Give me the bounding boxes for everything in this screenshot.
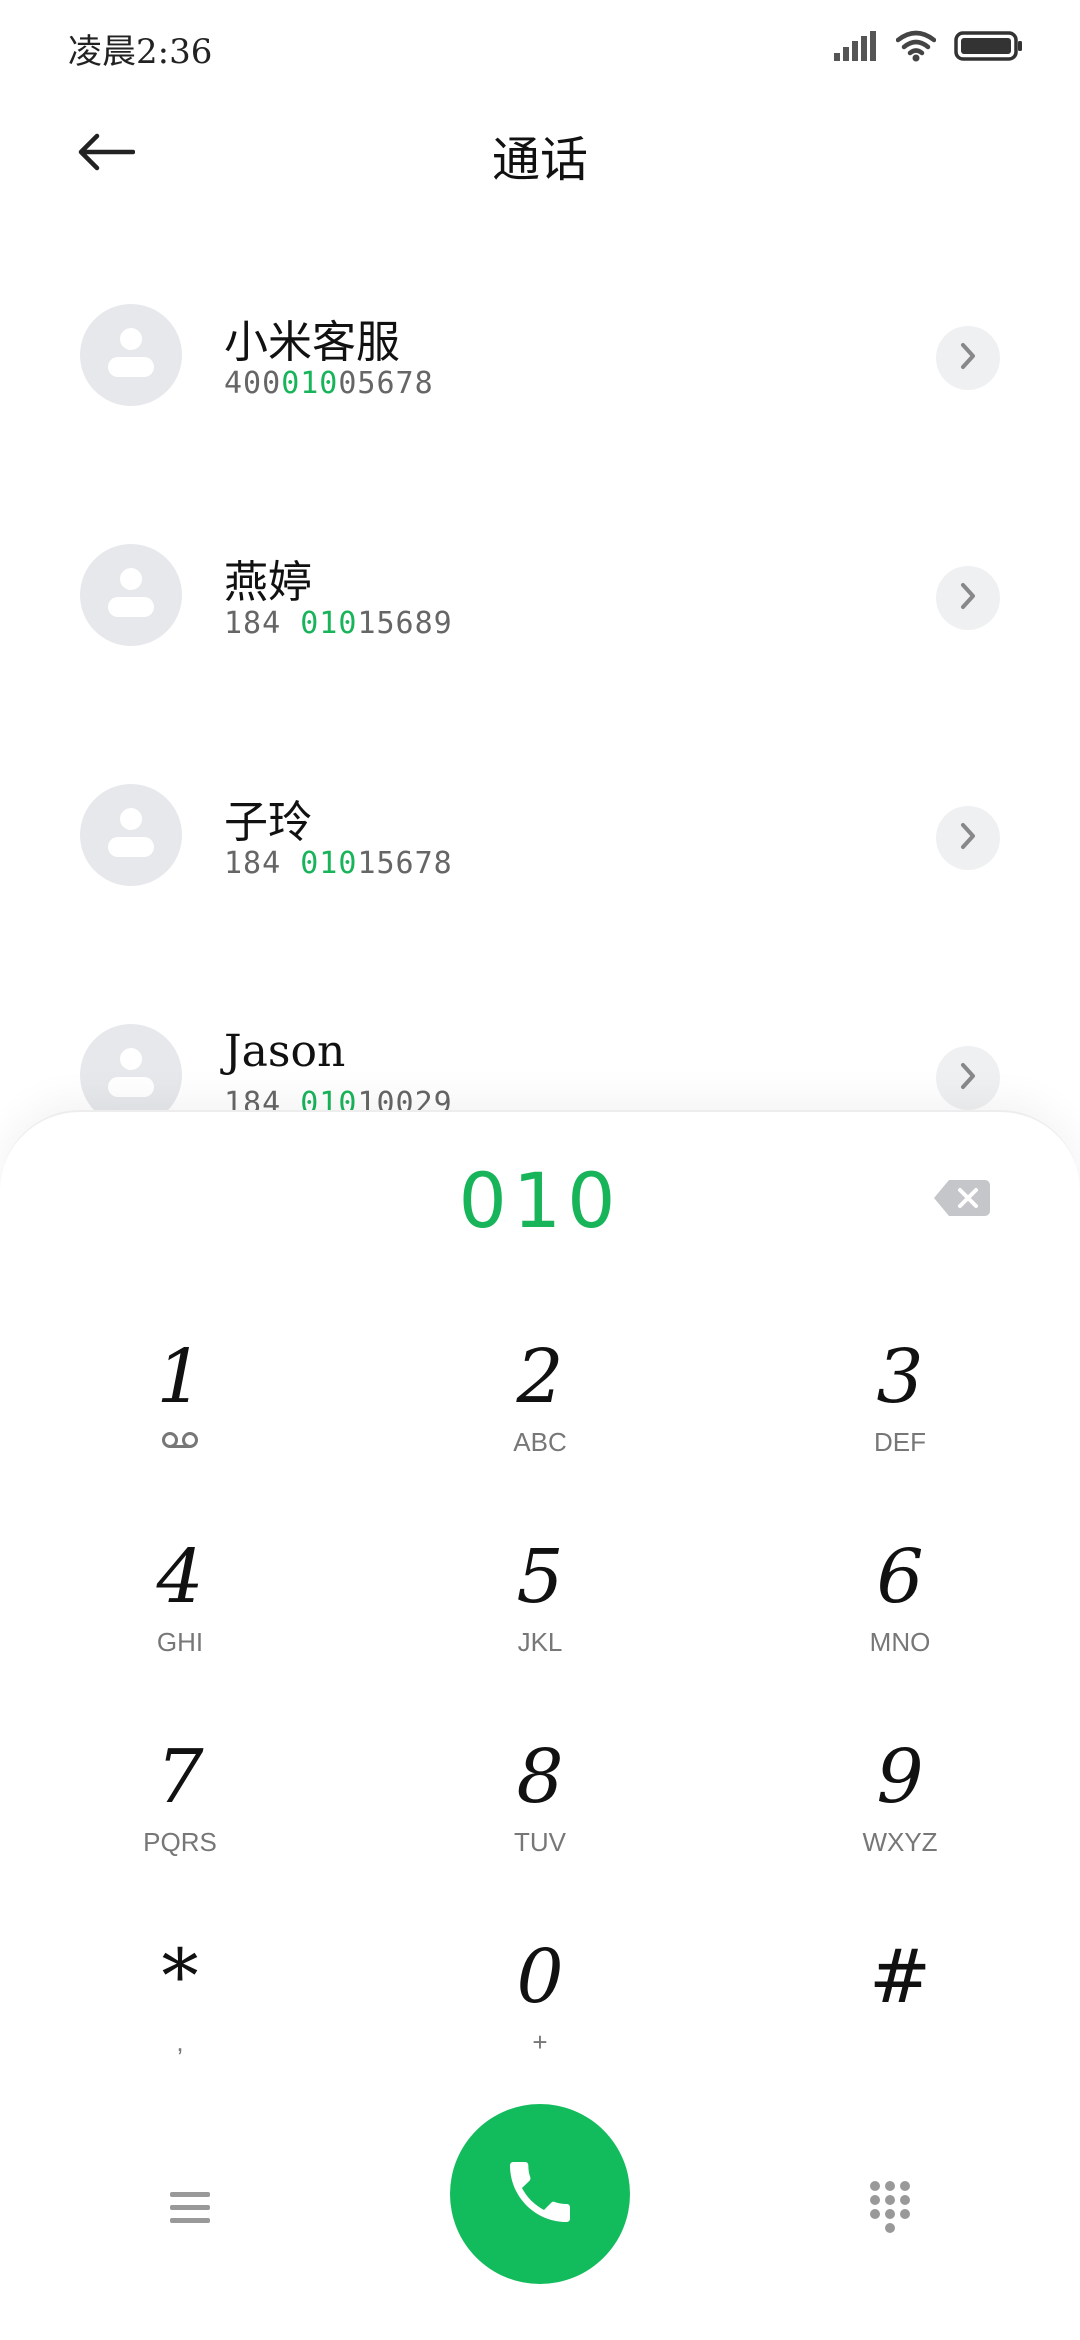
chevron-right-icon <box>957 341 979 375</box>
contact-item[interactable]: 子玲 184 01015678 <box>0 740 1080 920</box>
key-letters: + <box>532 2027 548 2057</box>
contact-item[interactable]: 燕婷 184 01015689 <box>0 500 1080 680</box>
key-digit: 6 <box>876 1534 924 1620</box>
backspace-button[interactable] <box>932 1178 992 1222</box>
call-button[interactable] <box>450 2104 630 2284</box>
key-0[interactable]: 0 + <box>390 1932 690 2112</box>
key-hash[interactable]: # <box>750 1932 1050 2112</box>
key-letters: DEF <box>874 1427 926 1457</box>
contact-detail-button[interactable] <box>936 1046 1000 1110</box>
key-letters: MNO <box>869 1627 931 1657</box>
status-bar: 凌晨2:36 <box>0 0 1080 96</box>
contact-name: Jason <box>224 1026 346 1077</box>
key-digit: # <box>868 1934 931 2020</box>
avatar <box>80 544 182 646</box>
key-digit: 7 <box>156 1734 204 1820</box>
chevron-right-icon <box>957 581 979 615</box>
key-digit: 1 <box>156 1334 204 1420</box>
dialpad-icon <box>868 2180 912 2240</box>
key-letters: TUV <box>514 1827 566 1857</box>
dialpad-toggle-button[interactable] <box>858 2170 922 2250</box>
wifi-icon <box>895 30 937 66</box>
key-digit: 5 <box>516 1534 564 1620</box>
key-5[interactable]: 5 JKL <box>390 1532 690 1712</box>
key-letters: JKL <box>517 1627 563 1657</box>
contact-name: 小米客服 <box>224 317 400 368</box>
person-icon <box>106 803 156 867</box>
chevron-right-icon <box>957 1061 979 1095</box>
key-1[interactable]: 1 <box>30 1332 330 1512</box>
key-digit: * <box>161 1934 199 2020</box>
key-9[interactable]: 9 WXYZ <box>750 1732 1050 1912</box>
status-time: 凌晨2:36 <box>68 32 213 72</box>
phone-icon <box>500 2152 580 2236</box>
contact-name: 子玲 <box>224 797 312 848</box>
key-letters: GHI <box>156 1627 204 1657</box>
signal-icon <box>834 31 878 65</box>
key-letters: , <box>176 2027 184 2057</box>
key-letters: ABC <box>513 1427 567 1457</box>
avatar <box>80 304 182 406</box>
key-4[interactable]: 4 GHI <box>30 1532 330 1712</box>
backspace-icon <box>933 1178 991 1222</box>
menu-icon <box>168 2188 212 2232</box>
key-star[interactable]: * , <box>30 1932 330 2112</box>
key-7[interactable]: 7 PQRS <box>30 1732 330 1912</box>
person-icon <box>106 563 156 627</box>
header: 通话 <box>0 110 1080 200</box>
key-letters: WXYZ <box>862 1827 938 1857</box>
contact-number: 40001005678 <box>224 366 434 401</box>
chevron-right-icon <box>957 821 979 855</box>
key-digit: 0 <box>516 1934 564 2020</box>
menu-button[interactable] <box>158 2180 222 2240</box>
person-icon <box>106 323 156 387</box>
voicemail-icon <box>30 1426 330 1458</box>
key-3[interactable]: 3 DEF <box>750 1332 1050 1512</box>
contact-name: 燕婷 <box>224 557 312 608</box>
key-digit: 8 <box>516 1734 564 1820</box>
contact-detail-button[interactable] <box>936 326 1000 390</box>
dialed-number[interactable]: 010 <box>0 1156 1080 1245</box>
key-2[interactable]: 2 ABC <box>390 1332 690 1512</box>
page-title: 通话 <box>491 132 588 188</box>
key-digit: 3 <box>876 1334 924 1420</box>
person-icon <box>106 1043 156 1107</box>
key-digit: 2 <box>516 1334 564 1420</box>
key-letters: PQRS <box>143 1827 217 1857</box>
contact-item[interactable]: 小米客服 40001005678 <box>0 260 1080 440</box>
key-digit: 9 <box>876 1734 924 1820</box>
status-icons <box>834 28 1024 68</box>
contact-detail-button[interactable] <box>936 566 1000 630</box>
contact-number: 184 01015689 <box>224 606 453 641</box>
key-8[interactable]: 8 TUV <box>390 1732 690 1912</box>
battery-icon <box>954 30 1024 66</box>
contact-number: 184 01015678 <box>224 846 453 881</box>
avatar <box>80 784 182 886</box>
contact-detail-button[interactable] <box>936 806 1000 870</box>
key-6[interactable]: 6 MNO <box>750 1532 1050 1712</box>
key-digit: 4 <box>156 1534 204 1620</box>
